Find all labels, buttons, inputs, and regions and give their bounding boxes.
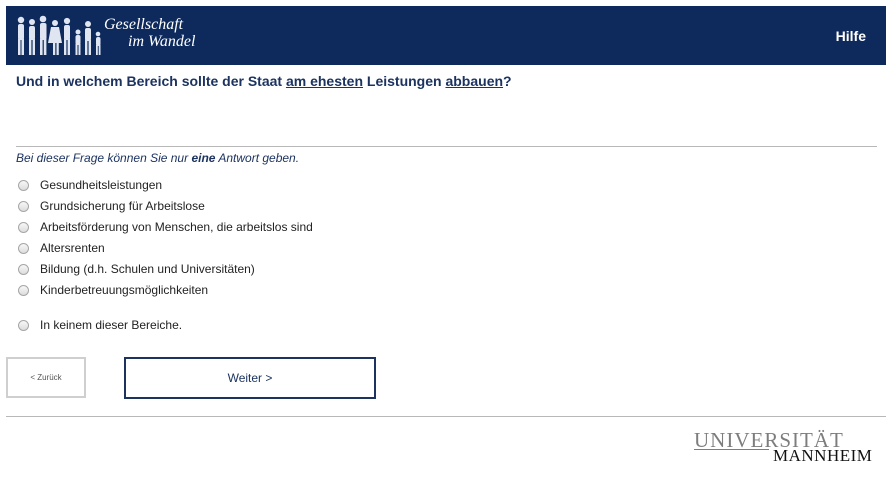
answer-option-basic-income[interactable]: Grundsicherung für Arbeitslose xyxy=(18,197,205,215)
instruction-bold: eine xyxy=(191,151,216,165)
instruction-text: Bei dieser Frage können Sie nur eine Ant… xyxy=(16,151,299,165)
survey-header: Gesellschaft im Wandel Hilfe xyxy=(6,6,886,65)
question-part1: Und in welchem Bereich sollte der Staat xyxy=(16,73,286,89)
radio-button[interactable] xyxy=(18,319,29,331)
back-button[interactable]: < Zurück xyxy=(6,357,86,398)
radio-button[interactable] xyxy=(18,242,29,254)
next-button[interactable]: Weiter > xyxy=(124,357,376,399)
question-part3: ? xyxy=(503,73,512,89)
option-label[interactable]: Bildung (d.h. Schulen und Universitäten) xyxy=(40,262,255,276)
question-part2: Leistungen xyxy=(363,73,446,89)
radio-button[interactable] xyxy=(18,263,29,275)
instruction-after: Antwort geben. xyxy=(215,151,300,165)
university-logo-line2: MANNHEIM xyxy=(773,446,873,465)
answer-option-employment-support[interactable]: Arbeitsförderung von Menschen, die arbei… xyxy=(18,218,313,236)
answer-option-childcare[interactable]: Kinderbetreuungsmöglichkeiten xyxy=(18,281,208,299)
question-text: Und in welchem Bereich sollte der Staat … xyxy=(16,73,512,89)
answer-option-education[interactable]: Bildung (d.h. Schulen und Universitäten) xyxy=(18,260,255,278)
logo-title-line2: im Wandel xyxy=(128,33,196,50)
people-silhouette-logo-icon xyxy=(17,15,101,55)
footer-divider xyxy=(6,416,886,417)
option-label[interactable]: Arbeitsförderung von Menschen, die arbei… xyxy=(40,220,313,234)
logo-title-line1: Gesellschaft xyxy=(104,16,184,33)
answer-option-pensions[interactable]: Altersrenten xyxy=(18,239,105,257)
radio-button[interactable] xyxy=(18,200,29,212)
option-label[interactable]: In keinem dieser Bereiche. xyxy=(40,318,182,332)
option-label[interactable]: Gesundheitsleistungen xyxy=(40,178,162,192)
question-emphasis-2: abbauen xyxy=(445,73,504,89)
question-emphasis-1: am ehesten xyxy=(285,73,364,89)
university-logo-rule xyxy=(694,449,769,450)
option-label[interactable]: Grundsicherung für Arbeitslose xyxy=(40,199,205,213)
option-label[interactable]: Altersrenten xyxy=(40,241,105,255)
radio-button[interactable] xyxy=(18,284,29,296)
radio-button[interactable] xyxy=(18,179,29,191)
divider xyxy=(16,146,877,147)
answer-option-health[interactable]: Gesundheitsleistungen xyxy=(18,176,162,194)
instruction-before: Bei dieser Frage können Sie nur xyxy=(16,151,192,165)
help-link[interactable]: Hilfe xyxy=(836,28,866,44)
option-label[interactable]: Kinderbetreuungsmöglichkeiten xyxy=(40,283,208,297)
radio-button[interactable] xyxy=(18,221,29,233)
answer-option-none[interactable]: In keinem dieser Bereiche. xyxy=(18,316,182,334)
